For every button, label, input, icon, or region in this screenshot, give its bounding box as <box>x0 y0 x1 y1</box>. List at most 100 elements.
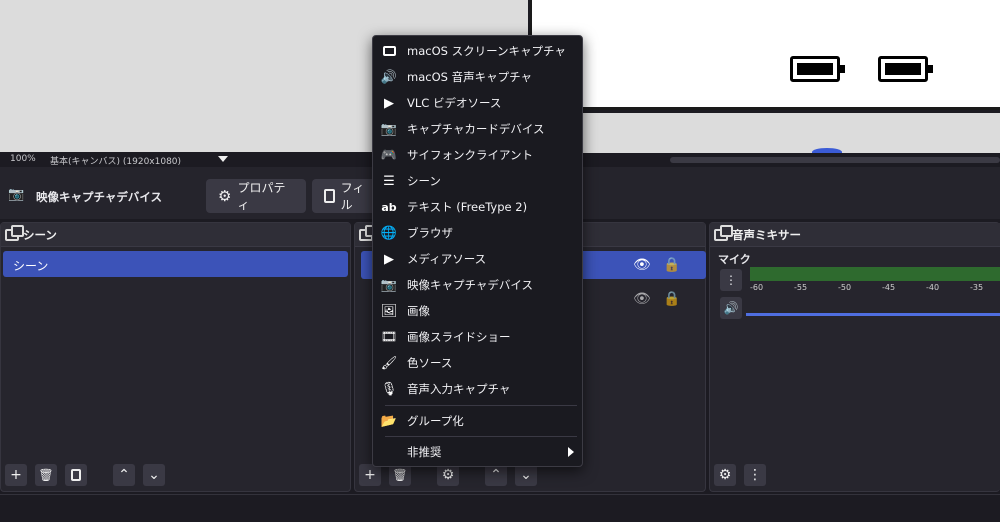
menu-item-label: テキスト (FreeType 2) <box>407 200 528 214</box>
menu-item-video-capture-device[interactable]: 📷 映像キャプチャデバイス <box>373 272 582 298</box>
remove-source-button[interactable]: 🗑 <box>389 464 411 486</box>
text-icon: ab <box>381 200 397 214</box>
menu-item-label: サイフォンクライアント <box>407 148 534 162</box>
lock-icon[interactable]: 🔒 <box>663 291 680 307</box>
menu-item-image-slideshow[interactable]: 🎞 画像スライドショー <box>373 324 582 350</box>
camera-icon: 📷 <box>380 121 398 137</box>
globe-icon: 🌐 <box>380 225 398 241</box>
mute-button[interactable]: 🔊 <box>720 297 742 319</box>
more-vertical-icon: ⋮ <box>725 273 737 287</box>
menu-item-color-source[interactable]: 🖌 色ソース <box>373 350 582 376</box>
filter-icon <box>324 189 335 203</box>
lock-icon[interactable]: 🔒 <box>663 257 680 273</box>
menu-item-label: ブラウザ <box>407 226 453 240</box>
chevron-down-icon: ⌄ <box>148 467 160 483</box>
menu-separator <box>385 436 577 437</box>
volume-meter <box>750 267 1000 281</box>
horizontal-scrollbar[interactable] <box>670 157 1000 163</box>
play-icon: ▶ <box>384 95 394 111</box>
trash-icon: 🗑 <box>392 468 408 482</box>
menu-item-label: VLC ビデオソース <box>407 96 502 110</box>
scene-list-item[interactable]: シーン <box>3 251 348 277</box>
menu-item-macos-audio-capture[interactable]: 🔊 macOS 音声キャプチャ <box>373 64 582 90</box>
menu-item-browser[interactable]: 🌐 ブラウザ <box>373 220 582 246</box>
properties-button[interactable]: ⚙ プロパティ <box>206 179 306 213</box>
source-properties-button[interactable]: ⚙ <box>437 464 459 486</box>
eye-icon[interactable]: 👁 <box>633 257 651 273</box>
chevron-down-icon: ⌄ <box>520 467 532 483</box>
menu-item-scene[interactable]: ☰ シーン <box>373 168 582 194</box>
menu-item-label: 非推奨 <box>407 445 442 459</box>
menu-item-audio-input-capture[interactable]: 🎙 音声入力キャプチャ <box>373 376 582 402</box>
audio-mixer-dock: 音声ミキサー マイク ⋮ -60 -55 -50 -45 -40 -35 🔊 ⚙… <box>709 222 1000 492</box>
eye-hidden-icon[interactable]: 👁 <box>633 291 651 307</box>
menu-item-label: macOS 音声キャプチャ <box>407 70 532 84</box>
mixer-menu-button[interactable]: ⋮ <box>744 464 766 486</box>
more-vertical-icon: ⋮ <box>748 467 762 483</box>
chevron-down-icon[interactable] <box>218 156 228 162</box>
menu-item-image[interactable]: 🖼 画像 <box>373 298 582 324</box>
menu-item-label: 映像キャプチャデバイス <box>407 278 534 292</box>
chevron-up-icon: ⌃ <box>118 467 130 483</box>
meter-tick: -60 <box>750 283 764 292</box>
monitor-icon <box>381 43 397 59</box>
scenes-dock-title: シーン <box>23 227 57 242</box>
volume-fader[interactable] <box>746 313 1000 316</box>
move-scene-down-button[interactable]: ⌄ <box>143 464 165 486</box>
gears-icon: ⚙ <box>718 467 732 483</box>
menu-item-deprecated[interactable]: 非推奨 <box>373 439 582 465</box>
advanced-audio-button[interactable]: ⚙ <box>714 464 736 486</box>
menu-item-capture-card[interactable]: 📷 キャプチャカードデバイス <box>373 116 582 142</box>
properties-button-label: プロパティ <box>237 181 286 212</box>
menu-item-group[interactable]: 📂 グループ化 <box>373 408 582 434</box>
menu-item-label: グループ化 <box>407 414 464 428</box>
move-scene-up-button[interactable]: ⌃ <box>113 464 135 486</box>
submenu-arrow-icon <box>568 447 574 457</box>
mixer-dock-header: 音声ミキサー <box>710 223 1000 247</box>
play-icon: ▶ <box>384 251 394 267</box>
remove-scene-button[interactable]: 🗑 <box>35 464 57 486</box>
brush-icon: 🖌 <box>380 355 398 371</box>
camera-icon: 📷 <box>8 187 25 202</box>
microphone-icon: 🎙 <box>380 381 398 397</box>
dock-float-icon[interactable] <box>5 224 24 241</box>
menu-item-text[interactable]: ab テキスト (FreeType 2) <box>373 194 582 220</box>
add-source-menu: macOS スクリーンキャプチャ 🔊 macOS 音声キャプチャ ▶ VLC ビ… <box>372 35 583 467</box>
menu-icon-spacer <box>381 444 397 460</box>
canvas-label[interactable]: 基本(キャンバス) (1920x1080) <box>50 154 181 167</box>
slideshow-icon: 🎞 <box>380 329 398 345</box>
filter-icon <box>71 469 81 481</box>
dock-float-icon[interactable] <box>714 224 733 241</box>
menu-item-label: キャプチャカードデバイス <box>407 122 545 136</box>
preview-canvas-right <box>530 0 1000 110</box>
move-source-up-button[interactable]: ⌃ <box>485 464 507 486</box>
menu-item-media-source[interactable]: ▶ メディアソース <box>373 246 582 272</box>
filters-button-label: フィル <box>340 181 365 212</box>
menu-item-label: 色ソース <box>407 356 453 370</box>
image-icon: 🖼 <box>380 303 398 319</box>
dock-float-icon[interactable] <box>359 224 378 241</box>
menu-item-vlc-video-source[interactable]: ▶ VLC ビデオソース <box>373 90 582 116</box>
menu-item-syphon-client[interactable]: 🎮 サイフォンクライアント <box>373 142 582 168</box>
battery-icon <box>790 56 845 82</box>
speaker-icon: 🔊 <box>380 69 398 85</box>
channel-menu-button[interactable]: ⋮ <box>720 269 742 291</box>
meter-tick: -35 <box>970 283 984 292</box>
add-source-button[interactable]: + <box>359 464 381 486</box>
preview-canvas-lower <box>530 113 1000 153</box>
menu-item-macos-screen-capture[interactable]: macOS スクリーンキャプチャ <box>373 38 582 64</box>
chevron-up-icon: ⌃ <box>490 467 502 483</box>
move-source-down-button[interactable]: ⌄ <box>515 464 537 486</box>
camera-icon: 📷 <box>380 277 398 293</box>
speaker-icon: 🔊 <box>723 301 739 315</box>
scene-filters-button[interactable] <box>65 464 87 486</box>
gamepad-icon: 🎮 <box>380 147 398 163</box>
trash-icon: 🗑 <box>38 468 54 482</box>
current-source-label: 映像キャプチャデバイス <box>36 190 163 204</box>
add-scene-button[interactable]: + <box>5 464 27 486</box>
menu-item-label: 画像 <box>407 304 430 318</box>
meter-tick: -50 <box>838 283 852 292</box>
meter-tick: -45 <box>882 283 896 292</box>
menu-item-label: 音声入力キャプチャ <box>407 382 511 396</box>
plus-icon: + <box>364 467 376 483</box>
